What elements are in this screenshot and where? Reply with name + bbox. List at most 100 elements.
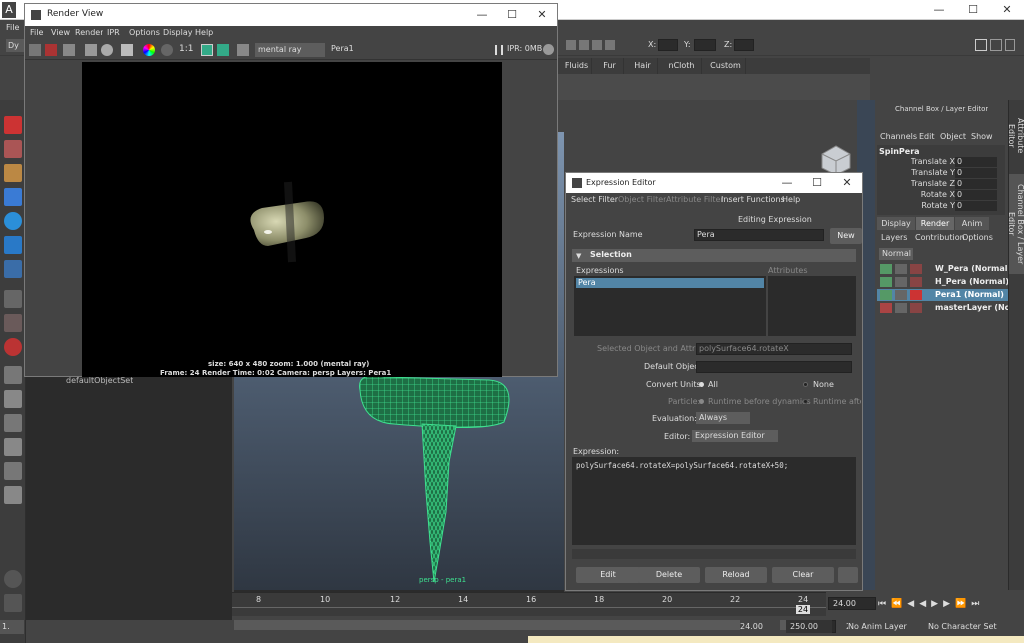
lasso-tool-icon[interactable] [4, 140, 22, 158]
layout-icon-5[interactable] [4, 462, 22, 480]
tab-render[interactable]: Render [916, 217, 954, 230]
ee-maximize-icon[interactable]: ☐ [802, 173, 832, 193]
rv-menu-help[interactable]: Help [195, 28, 213, 37]
anim-layer-dropdown[interactable]: No Anim Layer [848, 620, 924, 633]
render-region-icon[interactable] [45, 44, 57, 56]
render-image[interactable]: size: 640 x 480 zoom: 1.000 (mental ray)… [82, 62, 502, 377]
layers-menu[interactable]: Layers [881, 233, 907, 242]
x-field[interactable] [658, 39, 678, 51]
blend-mode-dropdown[interactable]: Normal [879, 248, 913, 260]
mode-menu[interactable]: Dy [6, 39, 24, 52]
ee-menu-help[interactable]: Help [782, 195, 800, 204]
rv-menu-view[interactable]: View [51, 28, 70, 37]
layout-icon-2[interactable] [4, 390, 22, 408]
scale-tool-icon[interactable] [4, 236, 22, 254]
character-set-dropdown[interactable]: No Character Set [928, 620, 1018, 633]
render-view-close-icon[interactable]: ✕ [527, 4, 557, 26]
alpha-channel-icon[interactable] [161, 44, 173, 56]
view-cube-icon[interactable] [814, 142, 854, 176]
render-view-maximize-icon[interactable]: ☐ [497, 4, 527, 26]
expression-list-item[interactable]: Pera [576, 278, 764, 288]
default-object-input[interactable] [696, 361, 852, 373]
remove-image-icon[interactable] [217, 44, 229, 56]
tab-attribute-editor[interactable]: Attribute Editor [1007, 108, 1024, 164]
range-end-display[interactable]: 250.00 [786, 620, 832, 633]
ee-menu-insert-functions[interactable]: Insert Functions [721, 195, 785, 204]
layout-icon-6[interactable] [4, 486, 22, 504]
render-settings-icon[interactable] [237, 44, 249, 56]
layout-icon-3[interactable] [4, 414, 22, 432]
ipr-icon[interactable] [85, 44, 97, 56]
expression-text-area[interactable]: polySurface64.rotateX=polySurface64.rota… [572, 457, 856, 545]
z-field[interactable] [734, 39, 754, 51]
selection-section-header[interactable]: ▼ Selection [572, 249, 856, 262]
new-expression-button[interactable]: New [830, 228, 862, 244]
layer-row-pera1[interactable]: Pera1 (Normal) [877, 289, 1008, 301]
rv-menu-render[interactable]: Render [75, 28, 103, 37]
render-view-minimize-icon[interactable]: — [467, 4, 497, 26]
layout-icon-1[interactable] [4, 366, 22, 384]
radio-runtime-after[interactable] [803, 399, 808, 404]
shelf-tab-fluids[interactable]: Fluids [562, 58, 592, 74]
radio-runtime-before[interactable] [699, 399, 704, 404]
renderer-dropdown[interactable]: mental ray [255, 43, 325, 57]
pause-ipr-icon[interactable] [495, 45, 503, 55]
ee-close-icon[interactable]: ✕ [832, 173, 862, 193]
attributes-list[interactable] [768, 276, 856, 336]
channels-menu[interactable]: Channels [880, 132, 917, 141]
rotate-tool-icon[interactable] [4, 212, 22, 230]
y-field[interactable] [694, 39, 716, 51]
delete-button[interactable]: Delete [638, 567, 700, 583]
selected-object-field[interactable]: polySurface64.rotateX [696, 343, 852, 355]
layout-four-icon[interactable] [4, 314, 22, 332]
radio-none[interactable] [803, 382, 808, 387]
ee-menu-select-filter[interactable]: Select Filter [571, 195, 618, 204]
paint-tool-icon[interactable] [4, 164, 22, 182]
panel-toggle-icons[interactable] [975, 39, 1020, 53]
script-icon[interactable] [4, 570, 22, 588]
options-menu[interactable]: Options [962, 233, 993, 242]
clear-button[interactable]: Clear [772, 567, 834, 583]
main-close-icon[interactable]: ✕ [990, 0, 1024, 20]
rv-menu-display[interactable]: Display [163, 28, 193, 37]
close-button-partial[interactable] [838, 567, 858, 583]
expression-scrollbar[interactable] [572, 549, 856, 559]
render-tool-icon[interactable] [4, 338, 22, 356]
layer-row-h-pera[interactable]: H_Pera (Normal) [877, 276, 1009, 288]
evaluation-dropdown[interactable]: Always [696, 412, 750, 424]
rv-menu-options[interactable]: Options [129, 28, 160, 37]
current-time-field[interactable]: 24.00 [828, 597, 876, 610]
tab-anim[interactable]: Anim [955, 217, 989, 230]
ee-minimize-icon[interactable]: — [772, 173, 802, 193]
shelf-tab-fur[interactable]: Fur [596, 58, 624, 74]
layer-row-master[interactable]: masterLayer (Norm [877, 302, 1022, 314]
select-tool-icon[interactable] [4, 116, 22, 134]
shelf-tab-custom[interactable]: Custom [706, 58, 746, 74]
object-menu[interactable]: Object [940, 132, 966, 141]
attr-row-rotate-y[interactable]: Rotate Y0 [877, 201, 1003, 211]
rv-menu-file[interactable]: File [30, 28, 43, 37]
outliner-item-default-object-set[interactable]: defaultObjectSet [66, 376, 133, 385]
playback-start-field[interactable]: 1. [0, 620, 24, 634]
refresh-icon[interactable] [101, 44, 113, 56]
layout-single-icon[interactable] [4, 290, 22, 308]
current-frame-marker[interactable]: 24 [796, 605, 810, 614]
manip-tool-icon[interactable] [4, 260, 22, 278]
reload-button[interactable]: Reload [705, 567, 767, 583]
show-menu[interactable]: Show [971, 132, 993, 141]
attr-row-rotate-x[interactable]: Rotate X0 [877, 190, 1003, 200]
main-menu-file[interactable]: File [6, 23, 19, 32]
rv-menu-ipr[interactable]: IPR [107, 28, 120, 37]
range-slider[interactable] [232, 618, 826, 632]
attr-row-translate-y[interactable]: Translate Y0 [877, 168, 1003, 178]
edit-menu[interactable]: Edit [919, 132, 935, 141]
edit-button[interactable]: Edit [576, 567, 640, 583]
redo-render-icon[interactable] [29, 44, 41, 56]
settings-icon[interactable] [121, 44, 133, 56]
rgb-channel-icon[interactable] [143, 44, 155, 56]
tab-display[interactable]: Display [877, 217, 915, 230]
tab-channel-box[interactable]: Channel Box / Layer Editor [1007, 174, 1024, 274]
layout-icon-4[interactable] [4, 438, 22, 456]
attr-row-translate-z[interactable]: Translate Z0 [877, 179, 1003, 189]
ee-menu-object-filter[interactable]: Object Filter [618, 195, 666, 204]
